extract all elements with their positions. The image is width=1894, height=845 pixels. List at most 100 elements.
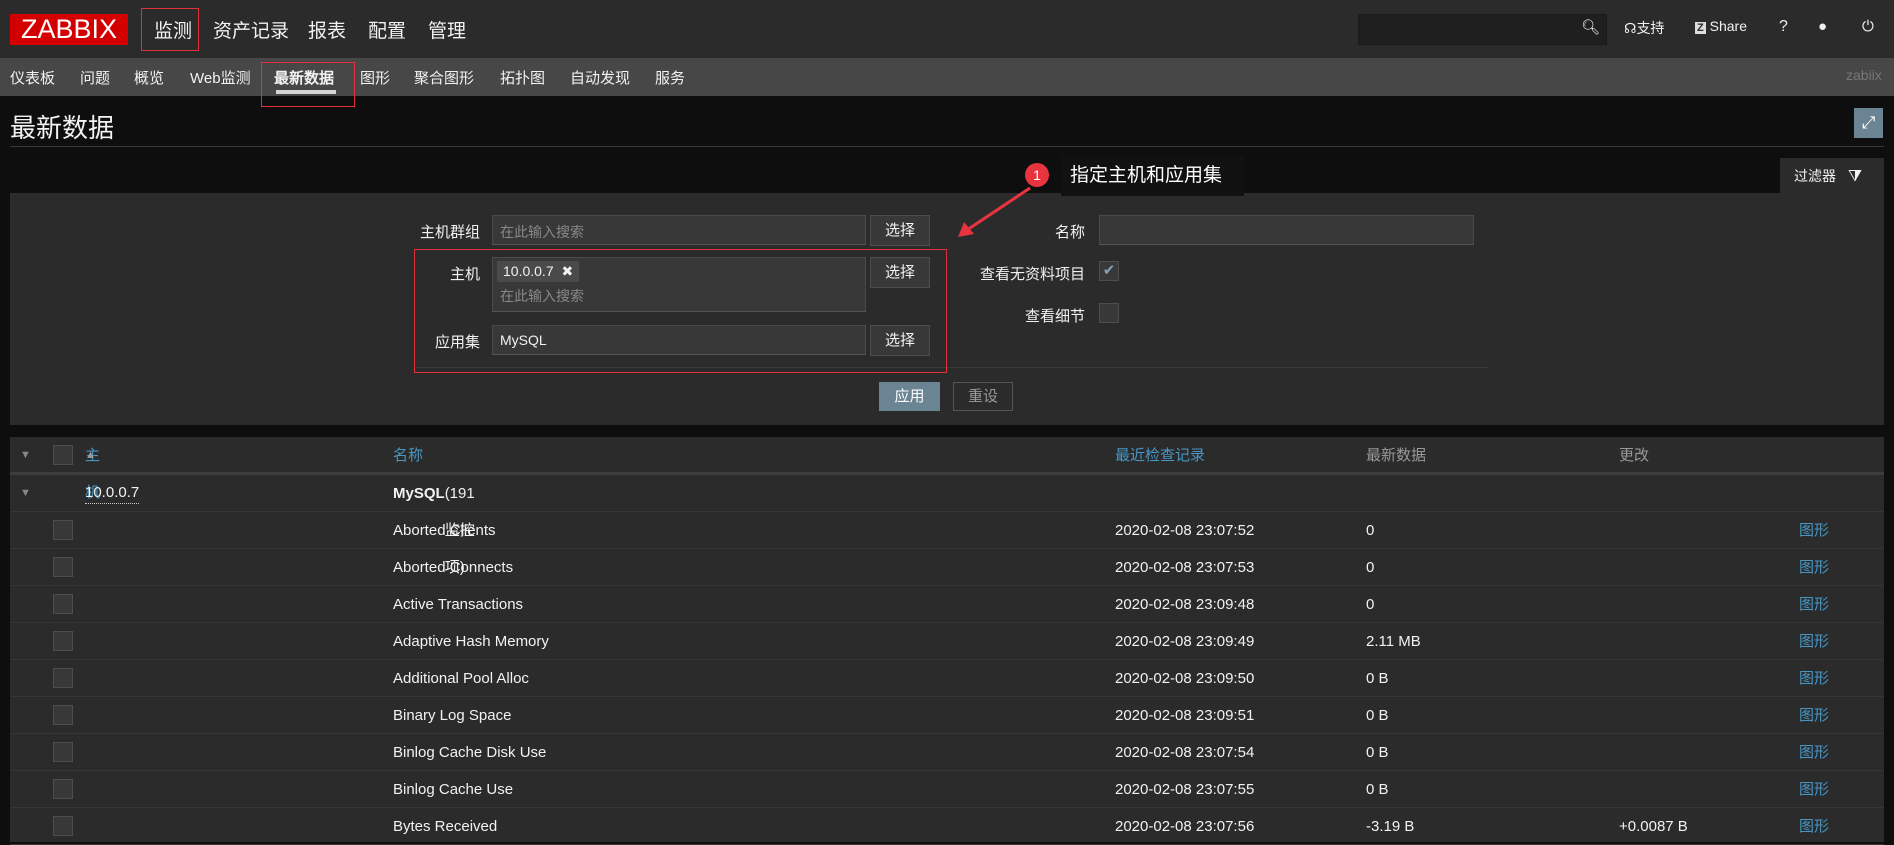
z-icon: Z [1695,22,1706,34]
application-group-row: ▼ 10.0.0.7 MySQL (191 监控项) [10,475,1884,576]
highlight-box [261,62,355,107]
graph-link[interactable]: 图形 [1799,771,1829,808]
graph-link[interactable]: 图形 [1799,586,1829,623]
support-label: 支持 [1636,20,1665,36]
collapse-group-icon[interactable]: ▼ [20,475,31,512]
row-checkbox[interactable] [53,816,73,836]
latest-data-table: ▼ 主机 ▲ 名称 最近检查记录 最新数据 更改 ▼ 10.0.0.7 MySQ… [10,437,1884,845]
highlight-box [414,249,947,373]
show-details-label: 查看细节 [1024,308,1085,325]
item-name: Additional Pool Alloc [393,670,529,687]
subnav-screens[interactable]: 聚合图形 [414,67,474,88]
menu-reports[interactable]: 报表 [308,16,346,43]
row-checkbox[interactable] [53,779,73,799]
subnav-graphs[interactable]: 图形 [360,67,390,88]
menu-monitoring[interactable]: 监测 [154,16,192,43]
item-lastcheck: 2020-02-08 23:07:56 [1115,818,1255,835]
divider [10,146,1884,147]
item-name: Bytes Received [393,818,498,835]
row-checkbox[interactable] [53,668,73,688]
item-lastvalue: -3.19 B [1366,818,1415,835]
fullscreen-button[interactable]: ⤢ [1854,108,1883,138]
lastvalue-header: 最新数据 [1366,447,1427,464]
sign-out-icon[interactable]: ⏻ [1862,18,1874,35]
item-lastvalue: 0 B [1366,707,1389,724]
table-row: Adaptive Hash Memory 2020-02-08 23:09:49… [10,623,1884,660]
graph-link[interactable]: 图形 [1799,697,1829,734]
table-row: Binlog Cache Use 2020-02-08 23:07:55 0 B… [10,771,1884,808]
subnav-discovery[interactable]: 自动发现 [570,67,630,88]
graph-link[interactable]: 图形 [1799,549,1829,586]
sort-lastcheck-header[interactable]: 最近检查记录 [1115,437,1205,474]
hostgroup-placeholder: 在此输入搜索 [500,224,584,240]
hostgroup-input[interactable]: 在此输入搜索 [492,215,866,245]
help-icon[interactable]: ? [1779,18,1788,36]
graph-link[interactable]: 图形 [1799,660,1829,697]
item-change: +0.0087 B [1619,818,1688,835]
name-input[interactable] [1099,215,1474,245]
table-row: Bytes Received 2020-02-08 23:07:56 -3.19… [10,808,1884,845]
menu-administration[interactable]: 管理 [428,16,466,43]
show-items-without-data-checkbox[interactable]: ✔ [1099,261,1119,281]
row-checkbox[interactable] [53,594,73,614]
reset-button[interactable]: 重设 [953,382,1013,411]
hostgroup-select-button[interactable]: 选择 [870,215,930,246]
funnel-icon: ⧩ [1847,168,1863,185]
global-search-input[interactable] [1358,14,1607,45]
item-name: Binlog Cache Use [393,781,514,798]
zabbix-logo[interactable]: ZABBIX [10,14,128,45]
search-icon[interactable]: 🔍︎ [1581,18,1600,36]
table-header: ▼ 主机 ▲ 名称 最近检查记录 最新数据 更改 [10,437,1884,501]
expand-icon: ⤢ [1861,113,1876,132]
row-checkbox[interactable] [53,742,73,762]
collapse-all-icon[interactable]: ▼ [20,437,31,474]
item-lastcheck: 2020-02-08 23:07:52 [1115,522,1255,539]
item-name: Binary Log Space [393,707,512,724]
subnav-dashboard[interactable]: 仪表板 [10,67,55,88]
item-name: Active Transactions [393,596,524,613]
sort-asc-icon: ▲ [85,449,96,461]
group-label: MySQL (191 监控项) [393,475,475,576]
item-name: Binlog Cache Disk Use [393,744,547,761]
filter-tab[interactable]: 过滤器 ⧩ [1780,158,1884,194]
table-row: Binlog Cache Disk Use 2020-02-08 23:07:5… [10,734,1884,771]
hostgroup-label: 主机群组 [419,224,480,241]
row-checkbox[interactable] [53,557,73,577]
menu-configuration[interactable]: 配置 [368,16,406,43]
subnav-web[interactable]: Web监测 [190,67,251,88]
graph-link[interactable]: 图形 [1799,512,1829,549]
row-checkbox[interactable] [53,705,73,725]
page-title: 最新数据 [10,113,115,143]
subnav-overview[interactable]: 概览 [134,67,164,88]
row-checkbox[interactable] [53,520,73,540]
graph-link[interactable]: 图形 [1799,623,1829,660]
item-lastvalue: 2.11 MB [1366,633,1421,650]
subnav-maps[interactable]: 拓扑图 [500,67,545,88]
select-all-checkbox[interactable] [53,445,73,465]
item-lastcheck: 2020-02-08 23:09:50 [1115,670,1255,687]
show-details-checkbox[interactable] [1099,303,1119,323]
table-row: Aborted Clients 2020-02-08 23:07:52 0 图形 [10,512,1884,549]
row-checkbox[interactable] [53,631,73,651]
support-link[interactable]: ☊支持 [1624,18,1664,38]
item-lastvalue: 0 B [1366,670,1389,687]
table-row: Aborted Connects 2020-02-08 23:07:53 0 图… [10,549,1884,586]
item-lastvalue: 0 [1366,596,1375,613]
item-lastvalue: 0 [1366,522,1375,539]
menu-inventory[interactable]: 资产记录 [213,16,289,43]
item-name: Adaptive Hash Memory [393,633,549,650]
subnav-problems[interactable]: 问题 [80,67,110,88]
share-link[interactable]: Z Share [1695,18,1747,34]
host-link[interactable]: 10.0.0.7 [85,482,140,504]
item-lastcheck: 2020-02-08 23:07:53 [1115,559,1255,576]
subnav-services[interactable]: 服务 [655,67,685,88]
sort-name-header[interactable]: 名称 [393,437,423,474]
item-lastvalue: 0 B [1366,744,1389,761]
item-name: Aborted Clients [393,522,496,539]
apply-button[interactable]: 应用 [879,382,940,411]
item-lastcheck: 2020-02-08 23:09:51 [1115,707,1255,724]
graph-link[interactable]: 图形 [1799,808,1829,845]
headset-icon: ☊ [1624,20,1637,36]
graph-link[interactable]: 图形 [1799,734,1829,771]
user-profile-icon[interactable]: ● [1818,18,1827,35]
